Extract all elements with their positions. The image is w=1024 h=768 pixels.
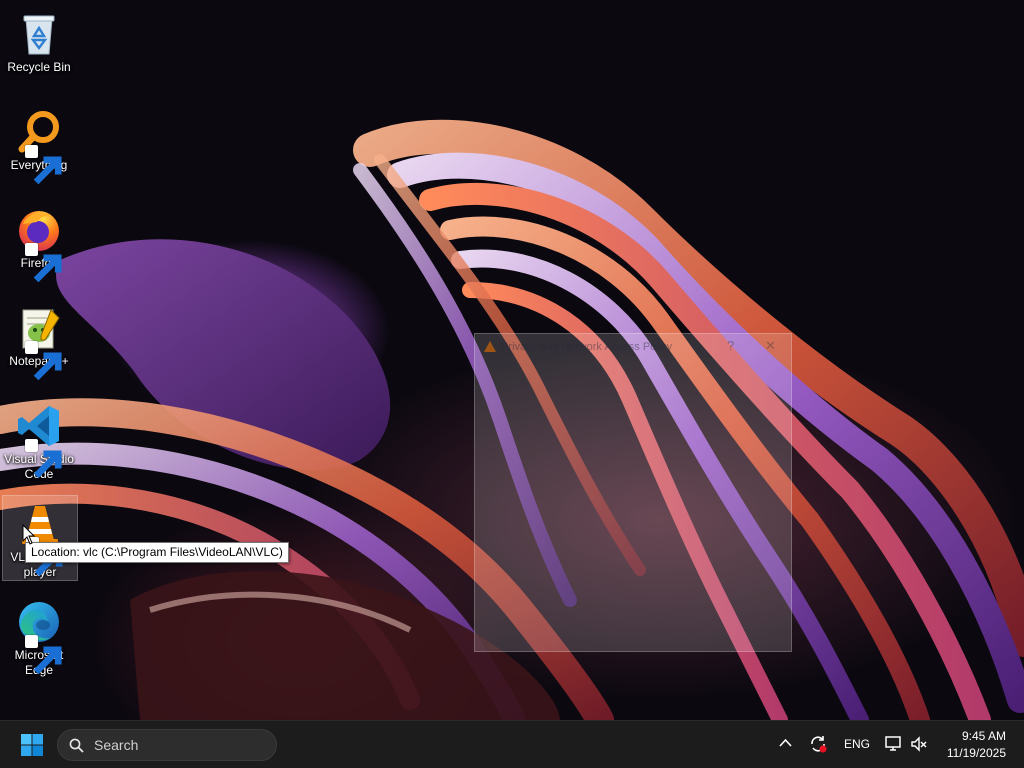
- desktop-icon-vlc[interactable]: VLC media player: [2, 495, 78, 581]
- desktop-icon-everything[interactable]: Everything: [2, 104, 76, 185]
- mouse-cursor-icon: [22, 524, 36, 545]
- help-icon[interactable]: ?: [727, 338, 734, 353]
- notepad-plus-plus-icon: [15, 304, 63, 381]
- desktop[interactable]: Recycle Bin Everything Firefox Notepad++…: [0, 0, 1024, 720]
- clock-time: 9:45 AM: [961, 729, 1006, 743]
- desktop-icon-recycle-bin[interactable]: Recycle Bin: [2, 6, 76, 75]
- dialog-title: Privacy and Network Access Policy: [501, 341, 673, 353]
- shortcut-arrow-icon: [25, 145, 62, 185]
- fading-dialog-window[interactable]: Privacy and Network Access Policy ? ✕: [474, 333, 792, 652]
- shortcut-arrow-icon: [25, 439, 62, 479]
- desktop-icon-vscode[interactable]: Visual Studio Code: [2, 398, 76, 482]
- network-icon[interactable]: [885, 735, 903, 753]
- edge-icon: [15, 598, 63, 675]
- firefox-icon: [15, 206, 63, 283]
- taskbar: Search ENG 9:45 AM 11/19/2025: [0, 720, 1024, 768]
- sync-status-icon[interactable]: [808, 734, 828, 754]
- recycle-bin-icon: [15, 10, 63, 58]
- vscode-icon: [15, 402, 63, 479]
- everything-search-icon: [15, 108, 63, 185]
- close-icon[interactable]: ✕: [765, 338, 776, 354]
- input-language-indicator[interactable]: ENG: [844, 737, 870, 751]
- desktop-icon-edge[interactable]: Microsoft Edge: [2, 594, 76, 678]
- shortcut-arrow-icon: [25, 635, 62, 675]
- shortcut-arrow-icon: [25, 341, 62, 381]
- icon-location-tooltip: Location: vlc (C:\Program Files\VideoLAN…: [25, 542, 289, 563]
- show-hidden-icons-chevron-icon[interactable]: [779, 738, 792, 748]
- desktop-icon-notepad-plus-plus[interactable]: Notepad++: [2, 300, 76, 381]
- warning-icon: [484, 341, 496, 352]
- system-clock[interactable]: 9:45 AM 11/19/2025: [947, 728, 1006, 762]
- search-placeholder: Search: [94, 737, 139, 753]
- desktop-icon-firefox[interactable]: Firefox: [2, 202, 76, 283]
- shortcut-arrow-icon: [25, 243, 62, 283]
- search-icon: [69, 738, 84, 753]
- volume-muted-icon[interactable]: [910, 735, 928, 753]
- desktop-icon-label: Recycle Bin: [7, 60, 71, 74]
- windows-start-icon[interactable]: [20, 733, 44, 757]
- clock-date: 11/19/2025: [946, 746, 1006, 760]
- taskbar-search-box[interactable]: Search: [57, 729, 277, 761]
